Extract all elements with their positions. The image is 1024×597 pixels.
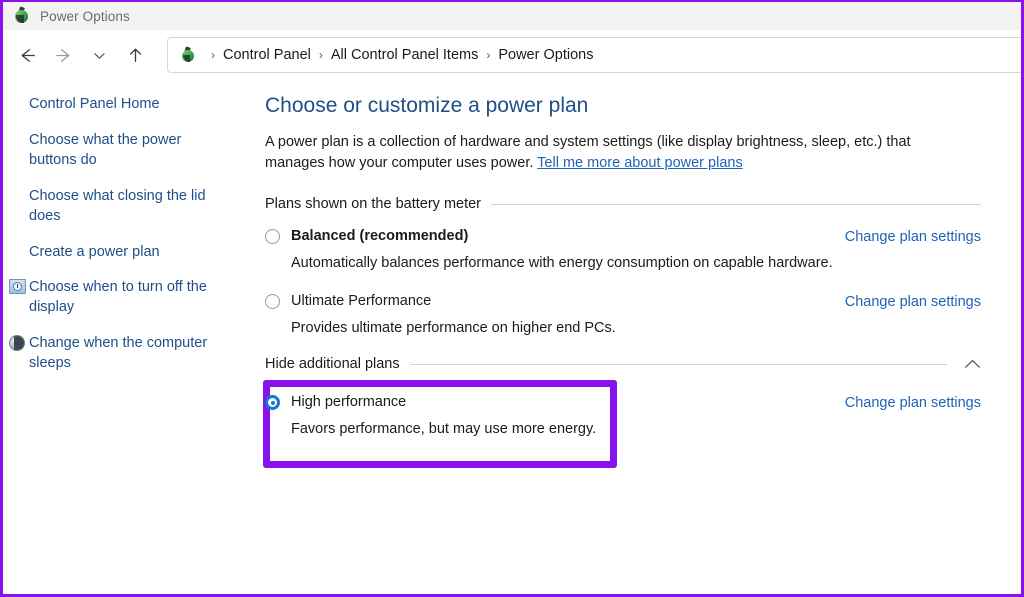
group-divider bbox=[491, 203, 981, 205]
plan-row-high-performance[interactable]: High performance Change plan settings bbox=[265, 392, 981, 413]
recent-locations-chevron-icon[interactable] bbox=[81, 38, 117, 72]
power-options-window: Power Options › Control Panel › All Cont… bbox=[0, 0, 1024, 597]
high-performance-group: High performance Change plan settings Fa… bbox=[263, 380, 981, 468]
window-body: Control Panel Home Choose what the power… bbox=[3, 80, 1021, 468]
group-header-battery-meter: Plans shown on the battery meter bbox=[265, 196, 981, 212]
breadcrumb-item-control-panel[interactable]: Control Panel bbox=[223, 47, 311, 63]
main-content: Choose or customize a power plan A power… bbox=[263, 80, 1021, 468]
intro-paragraph: A power plan is a collection of hardware… bbox=[265, 132, 965, 174]
change-plan-settings-link-balanced[interactable]: Change plan settings bbox=[845, 227, 981, 247]
plan-description-balanced: Automatically balances performance with … bbox=[291, 255, 833, 271]
power-options-icon bbox=[13, 6, 31, 25]
sidebar-item-label: Choose when to turn off the display bbox=[29, 279, 207, 315]
sidebar-item-spacer bbox=[7, 188, 29, 206]
control-panel-icon bbox=[180, 45, 197, 64]
sidebar-item-label: Choose what closing the lid does bbox=[29, 188, 206, 224]
radio-balanced[interactable] bbox=[265, 229, 280, 244]
forward-arrow-icon[interactable] bbox=[45, 38, 81, 72]
plan-description-high-performance: Favors performance, but may use more ene… bbox=[291, 421, 597, 437]
window-title: Power Options bbox=[40, 8, 130, 24]
plan-name: High performance bbox=[291, 394, 407, 410]
navigation-toolbar: › Control Panel › All Control Panel Item… bbox=[3, 30, 1021, 80]
sidebar-item-choose-closing-lid[interactable]: Choose what closing the lid does bbox=[3, 186, 265, 226]
sidebar-item-turn-off-display[interactable]: Choose when to turn off the display bbox=[3, 277, 265, 317]
up-arrow-icon[interactable] bbox=[117, 38, 153, 72]
sidebar-item-label: Create a power plan bbox=[29, 244, 160, 260]
sidebar-item-spacer bbox=[7, 244, 29, 262]
group-header-additional-plans[interactable]: Hide additional plans bbox=[265, 356, 981, 372]
plan-row-ultimate-performance[interactable]: Ultimate Performance Change plan setting… bbox=[265, 291, 981, 312]
sidebar-item-spacer bbox=[7, 96, 29, 114]
plan-description-ultimate-performance: Provides ultimate performance on higher … bbox=[291, 320, 616, 336]
sidebar-item-create-power-plan[interactable]: Create a power plan bbox=[3, 242, 265, 262]
address-bar[interactable]: › Control Panel › All Control Panel Item… bbox=[167, 37, 1021, 73]
group-label: Plans shown on the battery meter bbox=[265, 196, 482, 212]
plan-left: High performance bbox=[265, 392, 406, 412]
sleep-moon-icon bbox=[7, 335, 29, 353]
change-plan-settings-link-high-performance[interactable]: Change plan settings bbox=[845, 393, 981, 413]
sidebar-item-label: Change when the computer sleeps bbox=[29, 335, 208, 371]
radio-ultimate-performance[interactable] bbox=[265, 294, 280, 309]
sidebar-item-label: Control Panel Home bbox=[29, 96, 160, 112]
back-arrow-icon[interactable] bbox=[9, 38, 45, 72]
plan-row-balanced[interactable]: Balanced (recommended) Change plan setti… bbox=[265, 226, 981, 247]
radio-high-performance[interactable] bbox=[265, 395, 280, 410]
plan-name: Ultimate Performance bbox=[291, 293, 432, 309]
breadcrumb-separator: › bbox=[486, 48, 491, 62]
breadcrumb-separator: › bbox=[211, 48, 215, 62]
page-title: Choose or customize a power plan bbox=[265, 94, 589, 117]
sidebar-item-choose-power-buttons[interactable]: Choose what the power buttons do bbox=[3, 130, 265, 170]
change-plan-settings-link-ultimate-performance[interactable]: Change plan settings bbox=[845, 292, 981, 312]
chevron-up-icon[interactable] bbox=[947, 358, 981, 370]
sidebar-item-control-panel-home[interactable]: Control Panel Home bbox=[3, 94, 265, 114]
group-label: Hide additional plans bbox=[265, 356, 400, 372]
group-divider bbox=[409, 363, 947, 365]
sidebar-item-label: Choose what the power buttons do bbox=[29, 132, 182, 168]
tell-me-more-link[interactable]: Tell me more about power plans bbox=[537, 155, 743, 171]
plan-name: Balanced (recommended) bbox=[291, 228, 469, 244]
breadcrumb-item-all-control-panel-items[interactable]: All Control Panel Items bbox=[331, 47, 478, 63]
breadcrumb-item-power-options[interactable]: Power Options bbox=[498, 47, 593, 63]
display-clock-icon bbox=[7, 279, 29, 297]
plan-left: Ultimate Performance bbox=[265, 291, 431, 311]
breadcrumb-separator: › bbox=[318, 48, 323, 62]
plan-left: Balanced (recommended) bbox=[265, 226, 468, 246]
title-bar: Power Options bbox=[3, 2, 1021, 30]
sidebar: Control Panel Home Choose what the power… bbox=[3, 80, 265, 389]
sidebar-item-spacer bbox=[7, 132, 29, 150]
sidebar-item-computer-sleeps[interactable]: Change when the computer sleeps bbox=[3, 333, 265, 373]
